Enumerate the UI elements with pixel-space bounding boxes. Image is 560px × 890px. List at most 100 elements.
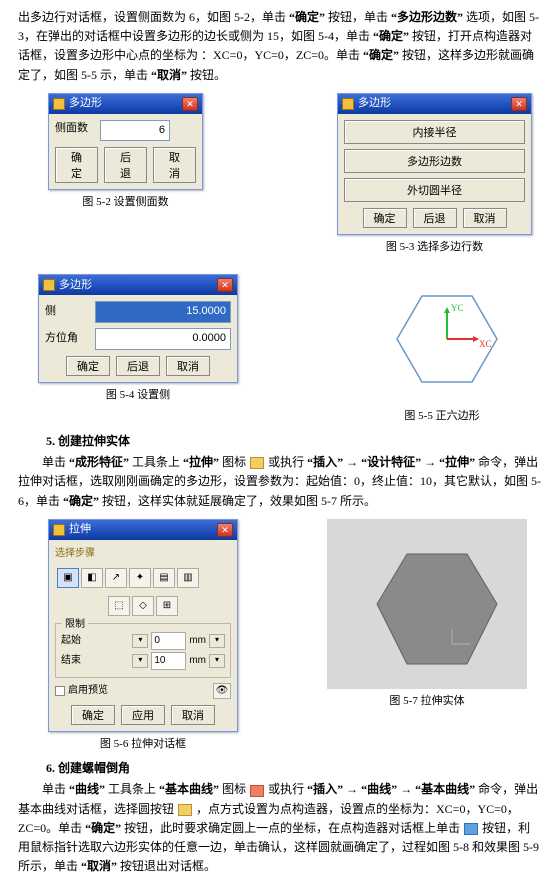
text: 图标 <box>222 455 246 469</box>
input-orientation[interactable]: 0.0000 <box>95 328 231 350</box>
bold-polygon-sides: “多边形边数” <box>391 10 463 24</box>
step-icon-6[interactable]: ▥ <box>177 568 199 588</box>
cancel-button[interactable]: 取消 <box>463 208 507 228</box>
dialog-polygon-sides-52: 多边形 ✕ 侧面数 6 确定 后退 取消 <box>48 93 203 191</box>
input-side[interactable]: 15.0000 <box>95 301 231 323</box>
app-icon <box>53 98 65 110</box>
close-icon[interactable]: ✕ <box>511 97 527 111</box>
dropdown-icon[interactable]: ▾ <box>132 634 148 648</box>
dropdown-icon[interactable]: ▾ <box>209 634 225 648</box>
titlebar[interactable]: 多边形 ✕ <box>338 94 531 114</box>
option-polygon-sides[interactable]: 多边形边数 <box>344 149 525 173</box>
select-step-toolbar: ▣ ◧ ↗ ✦ ▤ ▥ <box>55 566 231 590</box>
bold-extrude: “拉伸” <box>183 455 219 469</box>
close-icon[interactable]: ✕ <box>217 523 233 537</box>
extrude-solid-figure <box>327 519 527 689</box>
dialog-title: 多边形 <box>358 95 391 113</box>
back-button[interactable]: 后退 <box>116 356 160 376</box>
ok-button[interactable]: 确定 <box>363 208 407 228</box>
preview-icon[interactable]: 👁 <box>213 683 231 699</box>
step-icon-2[interactable]: ◧ <box>81 568 103 588</box>
ok-button[interactable]: 确定 <box>66 356 110 376</box>
bold-basic-curve: “基本曲线” <box>415 782 475 796</box>
cancel-button[interactable]: 取消 <box>166 356 210 376</box>
text: 工具条上 <box>108 782 156 796</box>
caption-55: 图 5-5 正六边形 <box>404 408 479 426</box>
app-icon <box>43 279 55 291</box>
step-icon-1[interactable]: ▣ <box>57 568 79 588</box>
filter-icon-3[interactable]: ⊞ <box>156 596 178 616</box>
close-icon[interactable]: ✕ <box>217 278 233 292</box>
bold-curve: “曲线” <box>69 782 105 796</box>
titlebar[interactable]: 多边形 ✕ <box>39 275 237 295</box>
unit-end: mm <box>189 653 206 669</box>
option-inscribed-radius[interactable]: 内接半径 <box>344 120 525 144</box>
figure-row-54-55: 多边形 ✕ 侧 15.0000 方位角 0.0000 确定 后退 取消 <box>18 274 542 426</box>
label-side: 侧 <box>45 303 95 321</box>
group-limits-title: 限制 <box>62 617 88 633</box>
paragraph-5: 单击 “成形特征” 工具条上 “拉伸” 图标 或执行 “插入” → “设计特征”… <box>18 453 542 511</box>
checkbox-preview[interactable] <box>55 686 65 696</box>
step-icon-3[interactable]: ↗ <box>105 568 127 588</box>
bold-ok: “确定” <box>373 29 409 43</box>
titlebar[interactable]: 多边形 ✕ <box>49 94 202 114</box>
circle-button-icon <box>178 804 192 816</box>
label-preview: 启用预览 <box>68 683 108 699</box>
dialog-polygon-type-53: 多边形 ✕ 内接半径 多边形边数 外切圆半径 确定 后退 取消 <box>337 93 532 235</box>
option-circumscribed-radius[interactable]: 外切圆半径 <box>344 178 525 202</box>
bold-curve: “曲线” <box>361 782 397 796</box>
titlebar[interactable]: 拉伸 ✕ <box>49 520 237 540</box>
label-start: 起始 <box>61 633 129 649</box>
dialog-title: 多边形 <box>59 277 92 295</box>
label-end: 结束 <box>61 653 129 669</box>
app-icon <box>342 98 354 110</box>
caption-54: 图 5-4 设置侧 <box>106 387 170 405</box>
caption-53: 图 5-3 选择多边行数 <box>386 239 483 257</box>
input-start[interactable]: 0 <box>151 632 186 650</box>
text: 按钮，这样实体就延展确定了，效果如图 5-7 所示。 <box>102 494 376 508</box>
back-button[interactable]: 后退 <box>413 208 457 228</box>
bold-ok: “确定” <box>363 48 399 62</box>
ok-button[interactable]: 确定 <box>71 705 115 725</box>
filter-icon-2[interactable]: ◇ <box>132 596 154 616</box>
dropdown-icon[interactable]: ▾ <box>132 654 148 668</box>
caption-56: 图 5-6 拉伸对话框 <box>100 736 186 754</box>
bold-insert: “插入” <box>307 782 343 796</box>
figure-row-56-57: 拉伸 ✕ 选择步骤 ▣ ◧ ↗ ✦ ▤ ▥ ⬚ ◇ ⊞ <box>18 519 542 754</box>
bold-shape-feature: “成形特征” <box>69 455 129 469</box>
step-icon-5[interactable]: ▤ <box>153 568 175 588</box>
input-end[interactable]: 10 <box>151 652 186 670</box>
app-icon <box>53 524 65 536</box>
ok-button[interactable]: 确定 <box>55 147 98 183</box>
basic-curve-icon <box>250 785 264 797</box>
bold-ok: “确定” <box>289 10 325 24</box>
bold-basic-curve: “基本曲线” <box>159 782 219 796</box>
label-select-step: 选择步骤 <box>55 546 231 562</box>
bold-cancel: “取消” <box>81 859 117 873</box>
xc-label: XC <box>479 339 492 349</box>
input-sidecount[interactable]: 6 <box>100 120 170 142</box>
yc-label: YC <box>451 303 464 313</box>
unit-start: mm <box>189 633 206 649</box>
extrude-icon <box>250 457 264 469</box>
cancel-button[interactable]: 取消 <box>153 147 196 183</box>
hexagon-solid-icon <box>377 554 497 664</box>
step-icon-4[interactable]: ✦ <box>129 568 151 588</box>
filter-icon-1[interactable]: ⬚ <box>108 596 130 616</box>
close-icon[interactable]: ✕ <box>182 97 198 111</box>
bold-extrude: “拉伸” <box>439 455 475 469</box>
arrow: → <box>424 455 439 469</box>
apply-button[interactable]: 应用 <box>121 705 165 725</box>
caption-57: 图 5-7 拉伸实体 <box>389 693 464 711</box>
arrow: → <box>346 455 361 469</box>
cancel-button[interactable]: 取消 <box>171 705 215 725</box>
back-button[interactable]: 后退 <box>104 147 147 183</box>
text: 或执行 <box>268 782 304 796</box>
paragraph-1: 出多边行对话框，设置侧面数为 6，如图 5-2，单击 “确定” 按钮，单击 “多… <box>18 8 542 85</box>
dialog-extrude-56: 拉伸 ✕ 选择步骤 ▣ ◧ ↗ ✦ ▤ ▥ ⬚ ◇ ⊞ <box>48 519 238 732</box>
text: 单击 <box>42 782 66 796</box>
dialog-title: 多边形 <box>69 95 102 113</box>
caption-52: 图 5-2 设置侧面数 <box>82 194 168 212</box>
dropdown-icon[interactable]: ▾ <box>209 654 225 668</box>
text: 工具条上 <box>132 455 180 469</box>
